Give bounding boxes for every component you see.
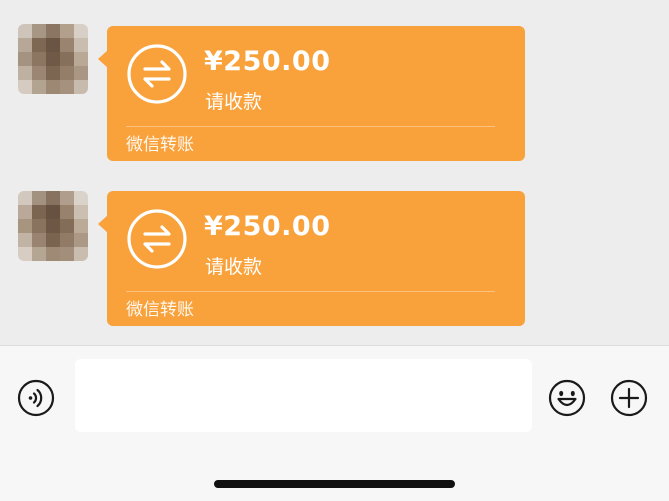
transfer-status: 请收款 bbox=[205, 256, 263, 278]
transfer-amount: ¥250.00 bbox=[204, 211, 331, 242]
transfer-arrows-icon bbox=[127, 209, 187, 269]
transfer-amount: ¥250.00 bbox=[204, 46, 331, 77]
avatar[interactable] bbox=[18, 191, 88, 261]
transfer-status: 请收款 bbox=[205, 91, 263, 113]
divider bbox=[126, 126, 495, 127]
transfer-bubble[interactable]: ¥250.00 请收款 微信转账 bbox=[98, 26, 525, 161]
home-indicator bbox=[214, 480, 455, 488]
transfer-arrows-icon bbox=[127, 44, 187, 104]
voice-icon[interactable] bbox=[17, 379, 55, 417]
message-input[interactable] bbox=[75, 359, 532, 432]
emoji-icon[interactable] bbox=[548, 379, 586, 417]
avatar[interactable] bbox=[18, 24, 88, 94]
chat-area: ¥250.00 请收款 微信转账 ¥250.00 请收款 微信转账 bbox=[0, 0, 669, 345]
transfer-footer-label: 微信转账 bbox=[126, 300, 194, 320]
transfer-footer-label: 微信转账 bbox=[126, 135, 194, 155]
transfer-bubble[interactable]: ¥250.00 请收款 微信转账 bbox=[98, 191, 525, 326]
divider bbox=[126, 291, 495, 292]
input-bar bbox=[0, 345, 669, 501]
bubble-tail bbox=[98, 50, 108, 68]
bubble-tail bbox=[98, 215, 108, 233]
plus-icon[interactable] bbox=[610, 379, 648, 417]
